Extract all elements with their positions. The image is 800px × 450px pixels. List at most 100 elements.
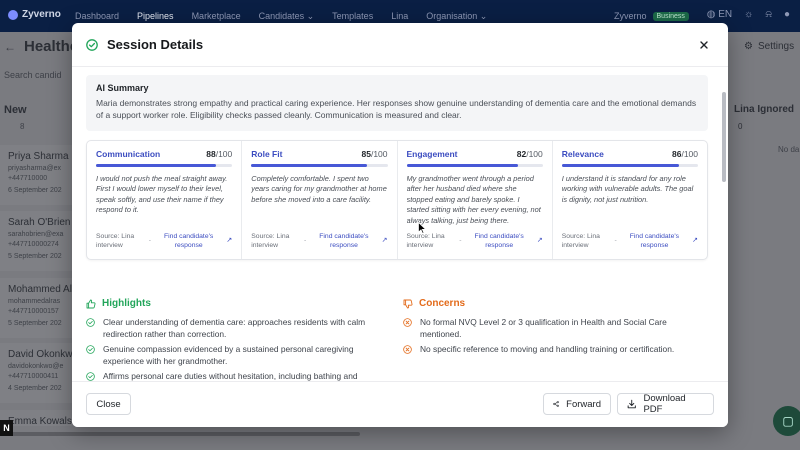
language-selector[interactable]: ◍ EN xyxy=(707,9,732,20)
column-title-lina-ignored: Lina Ignored xyxy=(734,104,794,115)
score-progress-fill xyxy=(561,164,679,167)
find-response-link[interactable]: Find candidate's response xyxy=(315,232,373,250)
score-progress-fill xyxy=(251,164,368,167)
concerns-section: Concerns No formal NVQ Level 2 or 3 qual… xyxy=(403,298,703,360)
score-footer: Source: Lina interview - Find candidate's … xyxy=(96,232,232,250)
candidate-email: mohammedalras xyxy=(8,298,61,305)
nav-lina[interactable]: Lina xyxy=(391,11,408,22)
mouse-cursor-icon xyxy=(418,222,426,234)
candidate-phone: +447710000274 xyxy=(8,241,59,248)
download-pdf-label: Download PDF xyxy=(643,393,686,415)
candidate-card[interactable]: Priya Sharma priyasharma@ex +447710000 6… xyxy=(0,145,72,205)
org-switcher[interactable]: Zyverno Business xyxy=(614,11,689,21)
external-link-icon[interactable]: ↗ xyxy=(692,236,698,245)
back-arrow-icon[interactable]: ← xyxy=(4,40,16,54)
settings-button[interactable]: ⚙ Settings xyxy=(744,41,794,52)
highlight-text: Clear understanding of dementia care: ap… xyxy=(103,317,366,339)
concern-text: No formal NVQ Level 2 or 3 qualification… xyxy=(420,317,667,339)
candidate-name: Sarah O'Brien xyxy=(8,217,71,228)
score-card-header: Communication 88/100 xyxy=(96,149,232,159)
external-link-icon[interactable]: ↗ xyxy=(382,236,388,245)
candidate-phone: +447710000157 xyxy=(8,308,59,315)
score-value: 88/100 xyxy=(206,149,232,159)
find-response-link[interactable]: Find candidate's response xyxy=(470,232,528,250)
close-icon[interactable] xyxy=(698,39,710,51)
modal-scrollbar[interactable] xyxy=(722,92,726,182)
score-progress-bar xyxy=(96,164,233,167)
chat-bubble-icon[interactable]: ▢ xyxy=(773,406,800,436)
score-value: 85/100 xyxy=(361,149,387,159)
avatar[interactable]: ● xyxy=(784,9,790,20)
concern-item: No specific reference to moving and hand… xyxy=(403,344,703,356)
highlight-item: Clear understanding of dementia care: ap… xyxy=(86,317,386,340)
org-plan-badge: Business xyxy=(652,11,689,21)
score-quote: I understand it is standard for any role… xyxy=(561,174,694,204)
score-denominator: /100 xyxy=(215,149,233,159)
thumbs-down-icon xyxy=(403,299,413,308)
close-button[interactable]: Close xyxy=(86,393,131,415)
score-progress-bar xyxy=(406,164,543,167)
modal-body[interactable]: AI Summary Maria demonstrates strong emp… xyxy=(72,67,728,401)
session-details-modal: Session Details AI Summary Maria demonst… xyxy=(72,23,728,427)
candidate-card[interactable]: Sarah O'Brien sarahobrien@exa +447710000… xyxy=(0,211,72,271)
theme-icon[interactable]: ☼ xyxy=(744,9,753,20)
nav-candidates[interactable]: Candidates ⌄ xyxy=(259,11,315,22)
score-denominator: /100 xyxy=(370,149,388,159)
score-cards: Communication 88/100 I would not push the … xyxy=(86,140,708,260)
x-circle-icon xyxy=(403,345,412,354)
framework-badge-icon[interactable]: N xyxy=(0,420,13,436)
score-progress-fill xyxy=(96,164,216,167)
nav-templates[interactable]: Templates xyxy=(332,11,373,22)
candidate-card[interactable]: Mohammed Al mohammedalras +447710000157 … xyxy=(0,278,72,338)
ai-summary: AI Summary Maria demonstrates strong emp… xyxy=(86,75,708,131)
nav-dashboard[interactable]: Dashboard xyxy=(75,11,119,22)
nav-pipelines[interactable]: Pipelines xyxy=(137,11,174,22)
download-pdf-button[interactable]: Download PDF xyxy=(617,393,714,415)
candidate-phone: +447710000 xyxy=(8,175,48,182)
find-response-link[interactable]: Find candidate's response xyxy=(160,232,218,250)
candidate-date: 5 September 202 xyxy=(8,320,62,327)
forward-button-label: Forward xyxy=(566,398,601,410)
score-source: Source: Lina interview xyxy=(251,233,290,249)
find-response-link[interactable]: Find candidate's response xyxy=(625,232,683,250)
candidate-email: sarahobrien@exa xyxy=(8,231,64,238)
globe-icon: ◍ xyxy=(706,9,716,20)
thumbs-up-icon xyxy=(86,299,96,308)
separator-dash: - xyxy=(459,237,462,244)
logo-mark-icon xyxy=(8,9,18,20)
score-value: 86/100 xyxy=(672,149,698,159)
column-count-lina-ignored: 0 xyxy=(738,122,743,131)
candidate-date: 5 September 202 xyxy=(8,253,62,260)
concern-text: No specific reference to moving and hand… xyxy=(420,344,675,354)
score-source: Source: Lina interview xyxy=(406,233,445,249)
score-card-header: Relevance 86/100 xyxy=(562,149,698,159)
bell-icon[interactable]: ⍾ xyxy=(765,9,772,20)
org-name: Zyverno xyxy=(614,11,647,21)
score-quote: Completely comfortable. I spent two year… xyxy=(251,174,387,204)
score-title: Communication xyxy=(96,149,161,159)
candidate-name: Priya Sharma xyxy=(8,151,69,162)
score-progress-bar xyxy=(251,164,388,167)
external-link-icon[interactable]: ↗ xyxy=(537,236,543,245)
nav-marketplace[interactable]: Marketplace xyxy=(192,11,241,22)
app-logo[interactable]: Zyverno xyxy=(8,9,61,20)
concerns-heading: Concerns xyxy=(403,298,703,309)
external-link-icon[interactable]: ↗ xyxy=(226,236,232,245)
highlights-title: Highlights xyxy=(102,298,151,309)
separator-dash: - xyxy=(148,237,151,244)
candidate-search-input[interactable]: Search candid xyxy=(4,70,62,80)
forward-button[interactable]: Forward xyxy=(543,393,611,415)
score-source: Source: Lina interview xyxy=(96,233,135,249)
horizontal-scrollbar[interactable] xyxy=(10,432,360,436)
modal-header: Session Details xyxy=(72,23,728,67)
concerns-title: Concerns xyxy=(419,298,466,309)
main-nav: Dashboard Pipelines Marketplace Candidat… xyxy=(75,11,487,22)
nav-organisation[interactable]: Organisation ⌄ xyxy=(426,11,487,22)
no-data-text: No da xyxy=(778,145,800,154)
score-progress-fill xyxy=(406,164,519,167)
score-value: 82/100 xyxy=(517,149,543,159)
candidate-card[interactable]: David Okonkwo davidokonkwo@e +4477100004… xyxy=(0,343,78,403)
score-source: Source: Lina interview xyxy=(561,233,600,249)
candidate-name: Mohammed Al xyxy=(8,284,72,295)
score-number: 88 xyxy=(206,149,216,159)
